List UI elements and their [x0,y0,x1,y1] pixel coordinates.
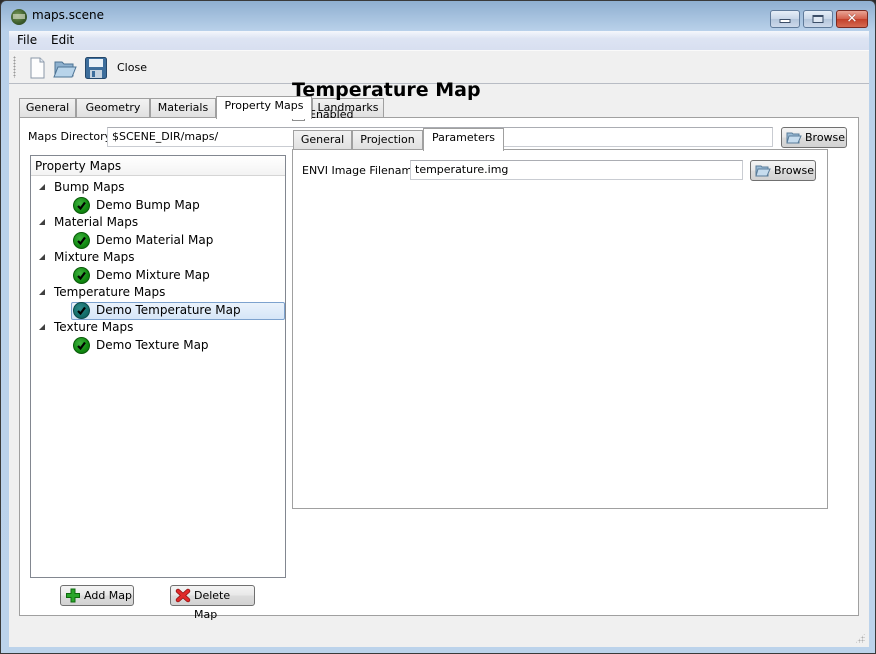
tree-category-material-maps[interactable]: Material Maps [31,214,285,231]
envi-filename-input[interactable]: temperature.img [410,160,743,180]
menu-bar: File Edit [9,31,869,50]
add-map-label: Add Map [84,589,133,602]
close-button[interactable]: Close [117,61,147,74]
tree-item-demo-bump-map[interactable]: Demo Bump Map [31,197,285,214]
parameters-page: ENVI Image Filename temperature.img Brow… [292,149,828,509]
maps-directory-browse-button[interactable]: Browse [781,127,847,148]
tree-category-bump-maps[interactable]: Bump Maps [31,179,285,196]
browse-label: Browse [805,131,846,144]
client-area: File Edit Close General Geometry Materia… [9,31,869,647]
browse-label: Browse [774,164,815,177]
delete-map-button[interactable]: Delete Map [170,585,255,621]
check-icon [73,232,90,249]
expanded-arrow-icon[interactable] [39,324,45,330]
app-window: maps.scene ✕ File Edit Close General Geo… [0,0,876,654]
category-label: Bump Maps [54,180,125,194]
close-icon: ✕ [846,11,858,27]
check-icon [73,302,90,319]
tree-header: Property Maps [31,156,285,176]
tree-item-demo-temperature-map[interactable]: Demo Temperature Map [31,302,285,320]
map-label: Demo Mixture Map [96,268,210,282]
category-label: Texture Maps [54,320,134,334]
title-bar[interactable]: maps.scene ✕ [1,1,875,31]
property-maps-tree[interactable]: Property Maps Bump Maps Demo Bump Map Ma… [30,155,286,578]
enabled-label: Enabled [309,108,354,121]
tree-item-demo-material-map[interactable]: Demo Material Map [31,232,285,249]
folder-icon [786,130,802,145]
expanded-arrow-icon[interactable] [39,219,45,225]
window-title: maps.scene [32,8,104,22]
category-label: Mixture Maps [54,250,135,264]
envi-filename-label: ENVI Image Filename [302,164,419,177]
maps-directory-label: Maps Directory [28,130,112,143]
check-icon [73,197,90,214]
expanded-arrow-icon[interactable] [39,254,45,260]
maximize-icon [812,15,824,23]
check-icon [73,337,90,354]
minimize-button[interactable] [770,10,800,28]
map-label: Demo Temperature Map [96,303,241,317]
envi-browse-button[interactable]: Browse [750,160,816,181]
tree-item-demo-mixture-map[interactable]: Demo Mixture Map [31,267,285,284]
tree-category-mixture-maps[interactable]: Mixture Maps [31,249,285,266]
save-disk-icon[interactable] [84,56,108,80]
folder-icon [755,163,771,178]
detail-tab-projection[interactable]: Projection [352,130,423,150]
tab-property-maps[interactable]: Property Maps [216,96,312,119]
new-file-icon[interactable] [25,56,49,80]
expanded-arrow-icon[interactable] [39,289,45,295]
toolbar-grip[interactable] [13,56,16,78]
category-label: Material Maps [54,215,139,229]
check-icon [73,267,90,284]
tree-category-temperature-maps[interactable]: Temperature Maps [31,284,285,301]
detail-tab-parameters[interactable]: Parameters [423,128,504,151]
menu-file[interactable]: File [13,33,41,47]
tab-materials[interactable]: Materials [150,98,216,118]
delete-map-label: Delete Map [194,589,231,621]
menu-edit[interactable]: Edit [47,33,78,47]
detail-tab-general[interactable]: General [293,130,352,150]
detail-title: Temperature Map [292,79,481,101]
category-label: Temperature Maps [54,285,166,299]
tab-general[interactable]: General [19,98,76,118]
map-label: Demo Bump Map [96,198,200,212]
tab-geometry[interactable]: Geometry [76,98,150,118]
plus-icon [65,588,81,603]
app-globe-icon [11,9,27,25]
expanded-arrow-icon[interactable] [39,184,45,190]
maximize-button[interactable] [803,10,833,28]
close-window-button[interactable]: ✕ [836,10,868,28]
map-label: Demo Texture Map [96,338,209,352]
add-map-button[interactable]: Add Map [60,585,134,606]
minimize-icon [779,19,791,23]
map-label: Demo Material Map [96,233,214,247]
open-folder-icon[interactable] [53,56,77,80]
resize-grip[interactable] [855,633,865,643]
red-x-icon [175,588,191,603]
tree-category-texture-maps[interactable]: Texture Maps [31,319,285,336]
tree-item-demo-texture-map[interactable]: Demo Texture Map [31,337,285,354]
